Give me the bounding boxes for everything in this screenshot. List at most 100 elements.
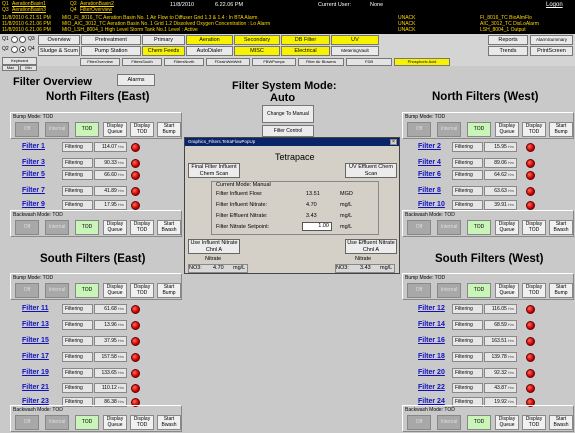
nav-autodialer[interactable]: AutoDialer	[186, 46, 233, 56]
start-bwash-button[interactable]: Start Bwash	[157, 220, 181, 235]
nav-chem-feeds[interactable]: Chem Feeds	[142, 46, 185, 56]
use-effluent-nitrate-button[interactable]: Use Effluent Nitrate Chnl A	[345, 239, 397, 254]
off-toggle[interactable]: Off	[15, 283, 39, 298]
display-tod-button[interactable]: Display TOD	[522, 415, 546, 430]
start-bwash-button[interactable]: Start Bwash	[549, 220, 573, 235]
nav-metering-vault[interactable]: MeteringVault	[331, 46, 379, 56]
off-toggle[interactable]: Off	[407, 220, 431, 235]
filter-link[interactable]: Filter 10	[418, 201, 445, 208]
nav-reports[interactable]: Reports	[488, 35, 528, 45]
q1-radio[interactable]	[11, 36, 18, 43]
filter-link[interactable]: Filter 14	[418, 321, 445, 328]
display-queue-button[interactable]: Display Queue	[495, 415, 519, 430]
off-toggle[interactable]: Off	[15, 122, 39, 137]
tod-toggle[interactable]: TOD	[75, 220, 99, 235]
start-bump-button[interactable]: Start Bump	[549, 283, 573, 298]
tod-toggle[interactable]: TOD	[467, 283, 491, 298]
display-queue-button[interactable]: Display Queue	[103, 415, 127, 430]
display-queue-button[interactable]: Display Queue	[495, 220, 519, 235]
subnav-filters-north[interactable]: FiltersNorth	[164, 58, 204, 66]
tod-toggle[interactable]: TOD	[75, 283, 99, 298]
filter-link[interactable]: Filter 21	[22, 384, 49, 391]
display-queue-button[interactable]: Display Queue	[103, 122, 127, 137]
final-filter-chem-scan-button[interactable]: Final Filter Influent Chem Scan	[188, 163, 240, 178]
nav-uv[interactable]: UV	[331, 35, 379, 45]
popup-title-bar[interactable]: Graphics_Filters.TetraFlowPopUp	[185, 138, 399, 146]
q3-link[interactable]: AerationBasin3	[12, 7, 46, 13]
tod-toggle[interactable]: TOD	[467, 122, 491, 137]
display-queue-button[interactable]: Display Queue	[103, 220, 127, 235]
change-to-manual-button[interactable]: Change To Manual	[262, 105, 314, 123]
filter-link[interactable]: Filter 5	[22, 171, 45, 178]
off-toggle[interactable]: Off	[407, 415, 431, 430]
display-tod-button[interactable]: Display TOD	[522, 122, 546, 137]
tod-toggle[interactable]: TOD	[75, 122, 99, 137]
display-queue-button[interactable]: Display Queue	[495, 283, 519, 298]
internal-toggle[interactable]: Internal	[45, 220, 69, 235]
nav-secondary[interactable]: Secondary	[234, 35, 280, 45]
display-queue-button[interactable]: Display Queue	[495, 122, 519, 137]
filter-link[interactable]: Filter 13	[22, 321, 49, 328]
internal-toggle[interactable]: Internal	[45, 415, 69, 430]
filter-link[interactable]: Filter 6	[418, 171, 441, 178]
off-toggle[interactable]: Off	[407, 283, 431, 298]
nav-electrical[interactable]: Electrical	[281, 46, 330, 56]
filter-link[interactable]: Filter 18	[418, 353, 445, 360]
display-tod-button[interactable]: Display TOD	[130, 220, 154, 235]
nav-misc[interactable]: MISC	[234, 46, 280, 56]
subnav-filter-air-blowers[interactable]: Filter Air Blowers	[298, 58, 344, 66]
subnav-filter-overview[interactable]: FilterOverview	[80, 58, 120, 66]
start-bump-button[interactable]: Start Bump	[157, 283, 181, 298]
display-tod-button[interactable]: Display TOD	[130, 122, 154, 137]
subnav-bw-pumps[interactable]: FBWPumps	[252, 58, 296, 66]
nav-db-filter[interactable]: DB Filter	[281, 35, 330, 45]
display-tod-button[interactable]: Display TOD	[522, 220, 546, 235]
q4-link[interactable]: FilterOverview	[80, 7, 112, 13]
nav-pretreatment[interactable]: Pretreatment	[81, 35, 141, 45]
filter-link[interactable]: Filter 11	[22, 305, 48, 312]
internal-toggle[interactable]: Internal	[437, 415, 461, 430]
nav-pump-station[interactable]: Pump Station	[81, 46, 141, 56]
filter-link[interactable]: Filter 17	[22, 353, 49, 360]
start-bump-button[interactable]: Start Bump	[549, 122, 573, 137]
max-button[interactable]: Max	[2, 65, 19, 71]
tod-toggle[interactable]: TOD	[467, 415, 491, 430]
filter-link[interactable]: Filter 7	[22, 187, 45, 194]
subnav-filters-south[interactable]: FiltersSouth	[122, 58, 162, 66]
off-toggle[interactable]: Off	[15, 220, 39, 235]
filter-link[interactable]: Filter 9	[22, 201, 45, 208]
use-influent-nitrate-button[interactable]: Use Influent Nitrate Chnl A	[188, 239, 240, 254]
keyboard-button[interactable]: Keyboard	[2, 57, 37, 65]
display-tod-button[interactable]: Display TOD	[130, 415, 154, 430]
q3-radio[interactable]	[19, 36, 26, 43]
display-queue-button[interactable]: Display Queue	[103, 283, 127, 298]
tod-toggle[interactable]: TOD	[467, 220, 491, 235]
close-icon[interactable]: ×	[390, 139, 397, 145]
filter-link[interactable]: Filter 4	[418, 159, 441, 166]
filter-link[interactable]: Filter 22	[418, 384, 445, 391]
min-button[interactable]: Min	[20, 65, 37, 71]
logon-link[interactable]: Logon	[546, 2, 563, 8]
filter-link[interactable]: Filter 3	[22, 159, 45, 166]
q2-radio[interactable]	[11, 46, 18, 53]
nav-aeration[interactable]: Aeration	[186, 35, 233, 45]
filter-control-button[interactable]: Filter Control	[262, 125, 314, 137]
filter-link[interactable]: Filter 24	[418, 398, 445, 405]
q4-radio[interactable]	[19, 46, 26, 53]
off-toggle[interactable]: Off	[15, 415, 39, 430]
filter-link[interactable]: Filter 15	[22, 337, 49, 344]
filter-link[interactable]: Filter 23	[22, 398, 49, 405]
display-tod-button[interactable]: Display TOD	[522, 283, 546, 298]
filter-link[interactable]: Filter 1	[22, 143, 45, 150]
nav-trends[interactable]: Trends	[488, 46, 528, 56]
alarms-button[interactable]: Alarms	[117, 74, 155, 86]
filter-link[interactable]: Filter 8	[418, 187, 441, 194]
internal-toggle[interactable]: Internal	[437, 122, 461, 137]
nitrate-setpoint-input[interactable]: 1.00	[302, 222, 332, 231]
internal-toggle[interactable]: Internal	[45, 122, 69, 137]
tod-toggle[interactable]: TOD	[75, 415, 99, 430]
nav-alarm-summary[interactable]: AlarmSummary	[530, 35, 573, 45]
nav-sludge-scum[interactable]: Sludge & Scum	[38, 46, 80, 56]
start-bwash-button[interactable]: Start Bwash	[549, 415, 573, 430]
filter-link[interactable]: Filter 12	[418, 305, 445, 312]
